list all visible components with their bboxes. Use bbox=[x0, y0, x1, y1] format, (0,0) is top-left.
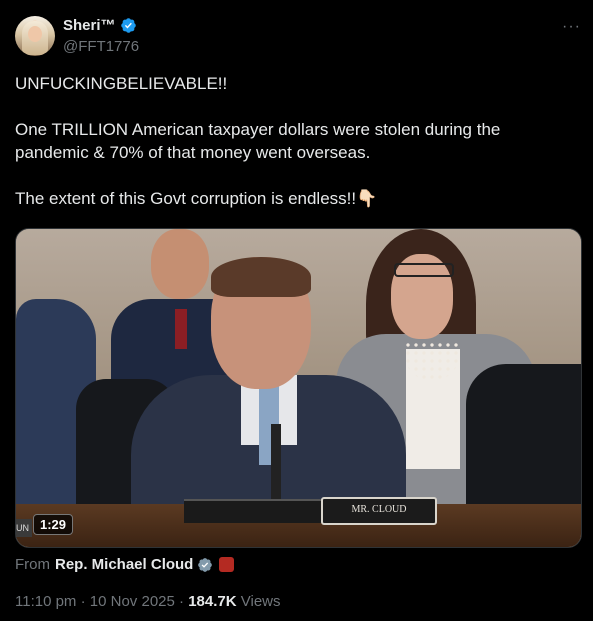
nameplate: MR. CLOUD bbox=[321, 497, 437, 525]
views-count[interactable]: 184.7K bbox=[188, 593, 236, 610]
tweet-date[interactable]: 10 Nov 2025 bbox=[90, 593, 175, 610]
tweet-text: UNFUCKINGBELIEVABLE!! One TRILLION Ameri… bbox=[15, 72, 575, 210]
author-name[interactable]: Sheri™ bbox=[63, 17, 116, 34]
meta-separator: · bbox=[80, 593, 86, 610]
more-options-icon[interactable]: ··· bbox=[562, 18, 581, 36]
tweet-meta: 11:10 pm · 10 Nov 2025 · 184.7K Views bbox=[15, 593, 281, 610]
author-handle[interactable]: @FFT1776 bbox=[63, 38, 139, 55]
source-account-link[interactable]: Rep. Michael Cloud bbox=[55, 556, 193, 573]
views-label: Views bbox=[240, 593, 281, 610]
verified-badge-icon bbox=[120, 18, 136, 33]
video-player[interactable]: MR. CLOUD UN 1:29 bbox=[15, 228, 582, 548]
laptop bbox=[184, 499, 324, 523]
government-badge-icon bbox=[198, 557, 213, 572]
tweet-time[interactable]: 11:10 pm bbox=[15, 593, 76, 610]
chair-right bbox=[466, 364, 581, 524]
author-name-row[interactable]: Sheri™ bbox=[63, 17, 137, 34]
affiliate-seal-icon bbox=[219, 557, 235, 572]
meta-separator: · bbox=[179, 593, 185, 610]
tweet-line-1: UNFUCKINGBELIEVABLE!! bbox=[15, 74, 228, 93]
caption-edge-text: UN bbox=[16, 519, 32, 537]
video-duration-badge: 1:29 bbox=[33, 514, 74, 535]
video-source-row: From Rep. Michael Cloud bbox=[15, 556, 235, 573]
tweet-line-2: One TRILLION American taxpayer dollars w… bbox=[15, 120, 501, 162]
tweet-header: Sheri™ @FFT1776 ··· bbox=[15, 14, 581, 58]
author-avatar[interactable] bbox=[15, 16, 55, 56]
microphone bbox=[271, 424, 281, 504]
from-label: From bbox=[15, 556, 50, 573]
tweet-line-3: The extent of this Govt corruption is en… bbox=[15, 189, 378, 208]
